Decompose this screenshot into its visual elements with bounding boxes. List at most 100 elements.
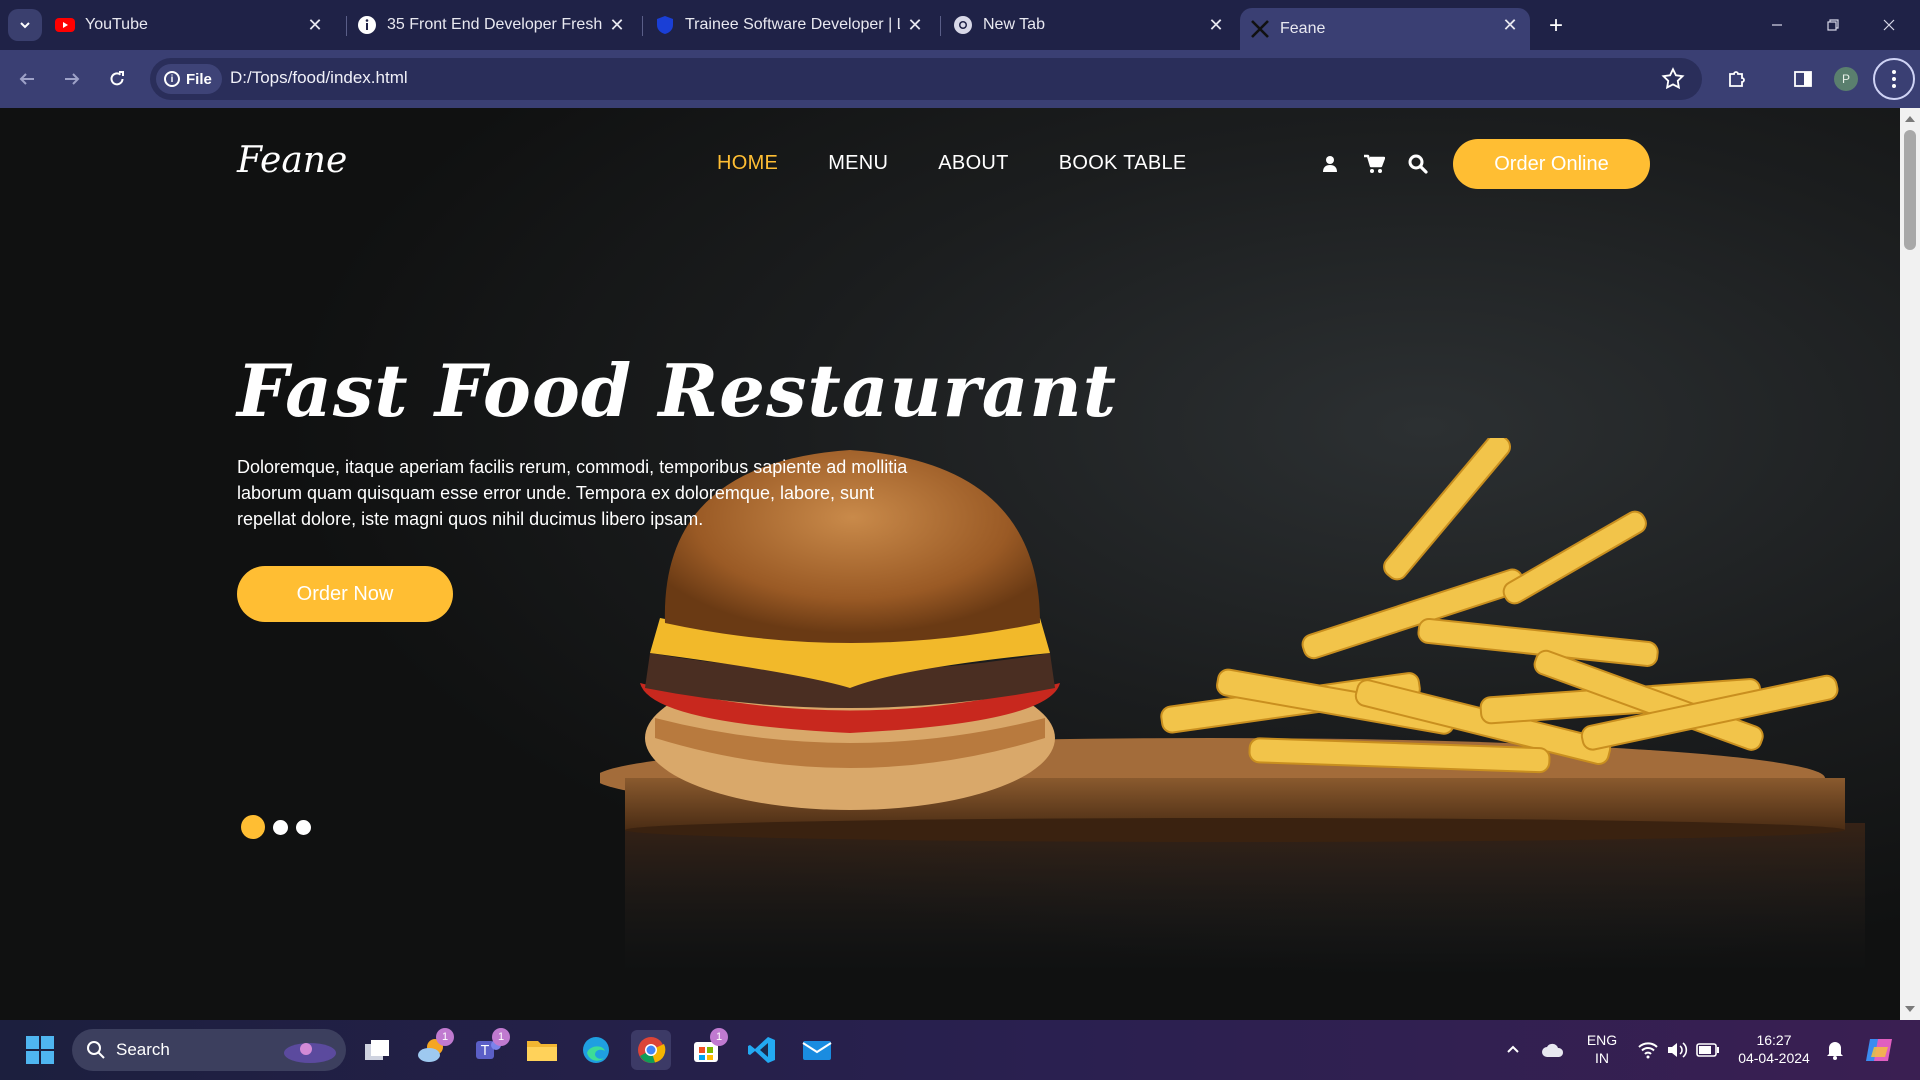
tab-divider bbox=[346, 16, 347, 36]
search-icon[interactable] bbox=[1406, 152, 1430, 176]
onedrive-button[interactable] bbox=[1533, 1030, 1573, 1070]
close-tab-icon[interactable]: ✕ bbox=[605, 13, 629, 37]
tab-title: New Tab bbox=[983, 16, 1045, 33]
weather-widget-button[interactable]: 1 bbox=[412, 1028, 454, 1070]
site-info-label: File bbox=[186, 70, 212, 88]
close-tab-icon[interactable]: ✕ bbox=[1498, 13, 1522, 37]
taskbar-search-label: Search bbox=[116, 1040, 170, 1059]
user-icon[interactable] bbox=[1318, 152, 1342, 176]
task-view-button[interactable] bbox=[357, 1030, 397, 1070]
language-code: ENG bbox=[1586, 1032, 1618, 1048]
tab-title: YouTube bbox=[85, 16, 148, 33]
notification-badge: 1 bbox=[492, 1028, 510, 1046]
scroll-up-arrow-icon[interactable] bbox=[1905, 116, 1915, 122]
chrome-icon bbox=[638, 1037, 666, 1063]
close-tab-icon[interactable]: ✕ bbox=[903, 13, 927, 37]
scrollbar-thumb[interactable] bbox=[1904, 130, 1916, 250]
new-tab-button[interactable]: + bbox=[1541, 11, 1571, 41]
show-hidden-icons-button[interactable] bbox=[1493, 1030, 1533, 1070]
restore-window-button[interactable] bbox=[1810, 8, 1856, 42]
tab-youtube[interactable]: YouTube ✕ bbox=[55, 8, 335, 42]
close-tab-icon[interactable]: ✕ bbox=[1204, 13, 1228, 37]
close-window-button[interactable] bbox=[1866, 8, 1912, 42]
mail-button[interactable] bbox=[797, 1030, 837, 1070]
taskbar-search[interactable]: Search bbox=[72, 1029, 346, 1071]
scroll-down-arrow-icon[interactable] bbox=[1905, 1006, 1915, 1012]
cart-icon[interactable] bbox=[1362, 152, 1386, 176]
vscode-button[interactable] bbox=[742, 1030, 782, 1070]
vscode-icon bbox=[748, 1037, 775, 1063]
nav-about[interactable]: ABOUT bbox=[938, 152, 1008, 175]
task-view-icon bbox=[365, 1040, 389, 1060]
fork-knife-icon bbox=[1250, 19, 1270, 39]
order-now-button[interactable]: Order Now bbox=[237, 566, 453, 622]
close-icon bbox=[1883, 19, 1895, 31]
speaker-icon bbox=[1668, 1042, 1688, 1058]
tab-front-end-fresher[interactable]: 35 Front End Developer Fresher ✕ bbox=[357, 8, 637, 42]
page-scrollbar[interactable] bbox=[1900, 108, 1920, 1020]
puzzle-icon bbox=[1729, 71, 1745, 87]
slider-indicators bbox=[241, 815, 311, 839]
clock-date: 04-04-2024 bbox=[1738, 1050, 1810, 1066]
site-logo[interactable]: Feane bbox=[237, 140, 347, 181]
close-tab-icon[interactable]: ✕ bbox=[303, 13, 327, 37]
tab-search-button[interactable] bbox=[8, 9, 42, 41]
hero-description: Doloremque, itaque aperiam facilis rerum… bbox=[237, 457, 908, 529]
battery-icon bbox=[1696, 1043, 1719, 1057]
slider-dot[interactable] bbox=[296, 819, 311, 835]
bookmark-star-icon[interactable] bbox=[1660, 66, 1686, 92]
reload-button[interactable] bbox=[102, 64, 132, 94]
profile-avatar[interactable]: P bbox=[1834, 67, 1858, 91]
browser-toolbar: i File D:/Tops/food/index.html bbox=[0, 50, 1920, 108]
clock[interactable]: 16:27 04-04-2024 bbox=[1734, 1031, 1814, 1067]
slider-dot[interactable] bbox=[273, 819, 288, 835]
tab-divider bbox=[642, 16, 643, 36]
site-info-chip[interactable]: i File bbox=[156, 64, 222, 94]
notification-badge: 1 bbox=[436, 1028, 454, 1046]
tab-divider bbox=[940, 16, 941, 36]
minimize-icon bbox=[1772, 24, 1782, 26]
battery-button[interactable] bbox=[1688, 1030, 1728, 1070]
notifications-button[interactable] bbox=[1815, 1030, 1855, 1070]
language-indicator[interactable]: ENG IN bbox=[1580, 1031, 1624, 1067]
tab-title: 35 Front End Developer Fresher bbox=[387, 16, 602, 33]
wifi-icon bbox=[1638, 1042, 1658, 1059]
copilot-button[interactable] bbox=[1860, 1030, 1900, 1070]
folder-icon bbox=[527, 1041, 557, 1061]
start-button[interactable] bbox=[20, 1030, 60, 1070]
windows-logo-icon bbox=[26, 1036, 54, 1064]
browser-menu-button[interactable] bbox=[1873, 58, 1915, 100]
tab-trainee-software-developer[interactable]: Trainee Software Developer | Lu ✕ bbox=[655, 8, 935, 42]
edge-icon bbox=[583, 1037, 609, 1063]
arrow-right-icon bbox=[65, 73, 80, 85]
chrome-icon bbox=[953, 15, 973, 35]
cloud-icon bbox=[1542, 1043, 1564, 1057]
microsoft-store-button[interactable]: 1 bbox=[686, 1028, 728, 1070]
svg-text:T: T bbox=[480, 1044, 489, 1059]
youtube-icon bbox=[55, 15, 75, 35]
nav-menu[interactable]: MENU bbox=[828, 152, 888, 175]
clock-time: 16:27 bbox=[1756, 1032, 1792, 1048]
nav-book-table[interactable]: BOOK TABLE bbox=[1059, 152, 1187, 175]
side-panel-button[interactable] bbox=[1788, 64, 1818, 94]
tab-feane[interactable]: Feane ✕ bbox=[1240, 8, 1530, 50]
minimize-window-button[interactable] bbox=[1754, 8, 1800, 42]
order-online-button[interactable]: Order Online bbox=[1453, 139, 1650, 189]
address-bar[interactable]: i File D:/Tops/food/index.html bbox=[150, 58, 1702, 100]
teams-button[interactable]: T 1 bbox=[468, 1028, 510, 1070]
tab-strip: YouTube ✕ 35 Front End Developer Fresher… bbox=[0, 0, 1920, 50]
forward-button[interactable] bbox=[57, 64, 87, 94]
url-text[interactable]: D:/Tops/food/index.html bbox=[230, 68, 408, 88]
tab-title: Feane bbox=[1280, 20, 1326, 37]
web-page: Feane HOME MENU ABOUT BOOK TABLE Order O… bbox=[0, 108, 1900, 1020]
nav-home[interactable]: HOME bbox=[717, 152, 778, 175]
tab-new-tab[interactable]: New Tab ✕ bbox=[953, 8, 1236, 42]
file-explorer-button[interactable] bbox=[522, 1030, 562, 1070]
extensions-button[interactable] bbox=[1722, 64, 1752, 94]
slider-dot[interactable] bbox=[241, 815, 265, 839]
edge-button[interactable] bbox=[576, 1030, 616, 1070]
back-button[interactable] bbox=[12, 64, 42, 94]
copilot-icon bbox=[1866, 1039, 1892, 1061]
chrome-taskbar-button[interactable] bbox=[631, 1030, 671, 1070]
chevron-up-icon bbox=[1507, 1045, 1519, 1053]
